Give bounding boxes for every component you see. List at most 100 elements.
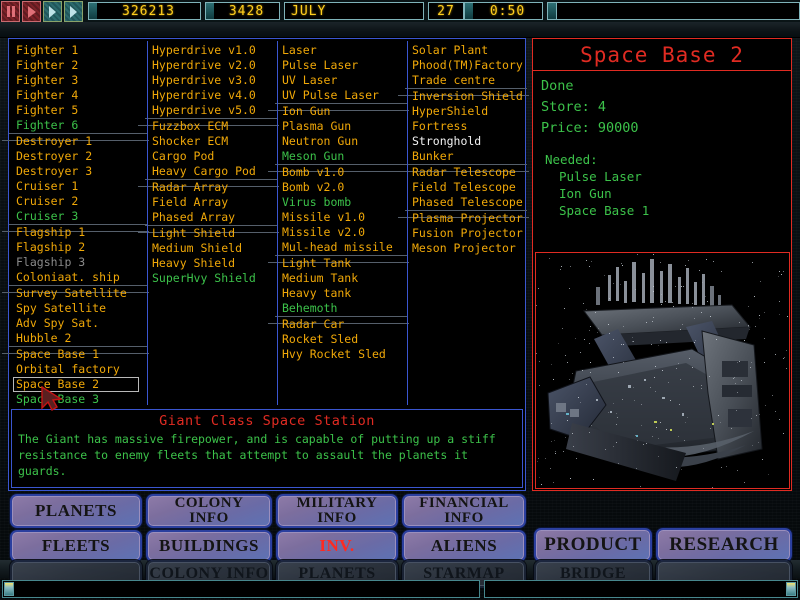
inventory-item[interactable]: Pulse Laser — [282, 58, 405, 73]
inventory-item[interactable]: Plasma Gun — [282, 119, 405, 134]
inventory-item[interactable]: Spy Satellite — [16, 301, 145, 316]
inventory-item[interactable]: Hyperdrive v5.0 — [152, 103, 275, 118]
inventory-item[interactable]: Neutron Gun — [282, 134, 405, 149]
fast-forward-button[interactable] — [43, 1, 62, 22]
inventory-item[interactable]: Bunker — [412, 149, 525, 164]
inventory-item[interactable]: Medium Shield — [152, 241, 275, 256]
inventory-item[interactable]: Space Base 3 — [16, 392, 145, 407]
inventory-item[interactable]: Radar Car — [282, 317, 405, 332]
inventory-item[interactable]: Fighter 2 — [16, 58, 145, 73]
requirement-item: Space Base 1 — [559, 203, 650, 218]
inventory-item[interactable]: Heavy Shield — [152, 256, 275, 271]
colony-info-button[interactable]: COLONY INFO — [146, 494, 272, 528]
systems-column: Hyperdrive v1.0 Hyperdrive v2.0 Hyperdrive… — [138, 41, 279, 405]
inventory-item[interactable]: Virus bomb — [282, 195, 405, 210]
column-divider — [147, 41, 148, 405]
play-button[interactable] — [22, 1, 41, 22]
buildings-button[interactable]: BUILDINGS — [146, 530, 272, 562]
inventory-item[interactable]: Heavy Cargo Pod — [152, 164, 275, 179]
inventory-item[interactable]: Flagship 1 — [16, 225, 145, 240]
inventory-item[interactable]: Light Tank — [282, 256, 405, 271]
inventory-item[interactable]: Plasma Projector — [412, 211, 525, 226]
research-button[interactable]: RESEARCH — [656, 528, 792, 562]
inventory-item[interactable]: Destroyer 2 — [16, 149, 145, 164]
inventory-item[interactable]: Shocker ECM — [152, 134, 275, 149]
inventory-item[interactable]: Survey Satellite — [16, 286, 145, 301]
inventory-item[interactable]: Meson Projector — [412, 241, 525, 256]
inventory-item[interactable]: Bomb v1.0 — [282, 165, 405, 180]
inventory-item[interactable]: Space Base 1 — [16, 347, 145, 362]
inventory-item[interactable]: Hyperdrive v3.0 — [152, 73, 275, 88]
inventory-item[interactable]: Light Shield — [152, 226, 275, 241]
pause-button[interactable] — [1, 1, 20, 22]
inventory-item[interactable]: HyperShield — [412, 104, 525, 119]
inventory-item[interactable]: Fighter 4 — [16, 88, 145, 103]
inventory-item[interactable]: Space Base 2 — [13, 377, 139, 392]
inventory-item[interactable]: Fighter 3 — [16, 73, 145, 88]
inventory-item[interactable]: Laser — [282, 43, 405, 58]
inventory-item[interactable]: UV Laser — [282, 73, 405, 88]
inventory-item[interactable]: Inversion Shield — [412, 89, 525, 104]
inventory-item[interactable]: Bomb v2.0 — [282, 180, 405, 195]
inventory-item[interactable]: Flagship 3 — [16, 255, 145, 270]
inventory-item[interactable]: Coloniaat. ship — [16, 270, 145, 285]
inventory-item[interactable]: Flagship 2 — [16, 240, 145, 255]
inventory-item[interactable]: Trade centre — [412, 73, 525, 88]
status-led-icon — [4, 582, 14, 596]
time-lcd-cap — [464, 2, 473, 20]
inventory-item[interactable]: Meson Gun — [282, 149, 405, 164]
inventory-item[interactable]: Radar Array — [152, 180, 275, 195]
inventory-item[interactable]: Behemoth — [282, 301, 405, 316]
inventory-item[interactable]: Fighter 1 — [16, 43, 145, 58]
inventory-item[interactable]: Solar Plant — [412, 43, 525, 58]
description-panel: Giant Class Space Station The Giant has … — [11, 409, 523, 488]
inventory-item[interactable]: Fusion Projector — [412, 226, 525, 241]
inventory-item[interactable]: UV Pulse Laser — [282, 88, 405, 103]
inventory-item[interactable]: Radar Telescope — [412, 165, 525, 180]
inventory-item[interactable]: Field Telescope — [412, 180, 525, 195]
inventory-item[interactable]: Phased Telescope — [412, 195, 525, 210]
inventory-item[interactable]: Medium Tank — [282, 271, 405, 286]
inventory-item[interactable]: Stronghold — [412, 134, 525, 149]
inventory-item[interactable]: Fuzzbox ECM — [152, 119, 275, 134]
inventory-item[interactable]: Cargo Pod — [152, 149, 275, 164]
inventory-item[interactable]: Adv Spy Sat. — [16, 316, 145, 331]
inventory-item[interactable]: Destroyer 3 — [16, 164, 145, 179]
inventory-item[interactable]: Fighter 5 — [16, 103, 145, 118]
inventory-item[interactable]: Orbital factory — [16, 362, 145, 377]
inventory-item[interactable]: Hvy Rocket Sled — [282, 347, 405, 362]
product-button[interactable]: PRODUCT — [534, 528, 652, 562]
inventory-item[interactable]: Destroyer 1 — [16, 134, 145, 149]
inventory-item[interactable]: Heavy tank — [282, 286, 405, 301]
inventory-item[interactable]: Hubble 2 — [16, 331, 145, 346]
inventory-item[interactable]: Ion Gun — [282, 104, 405, 119]
inventory-item[interactable]: Phood(TM)Factory — [412, 58, 525, 73]
hull-panel-strip — [0, 22, 800, 38]
military-info-button[interactable]: MILITARY INFO — [276, 494, 398, 528]
inventory-item[interactable]: SuperHvy Shield — [152, 271, 275, 286]
requirements-heading: Needed: — [545, 152, 598, 167]
inventory-item[interactable]: Phased Array — [152, 210, 275, 225]
inventory-item[interactable]: Hyperdrive v4.0 — [152, 88, 275, 103]
inventory-item[interactable]: Hyperdrive v1.0 — [152, 43, 275, 58]
message-bar-left — [2, 580, 480, 598]
inventory-item[interactable]: Field Array — [152, 195, 275, 210]
inventory-item[interactable]: Hyperdrive v2.0 — [152, 58, 275, 73]
inventory-item[interactable]: Missile v2.0 — [282, 225, 405, 240]
inventory-item[interactable]: Missile v1.0 — [282, 210, 405, 225]
space-station-render — [535, 252, 790, 489]
fast-forward-icon — [70, 5, 77, 18]
fast-forward-2-button[interactable] — [64, 1, 83, 22]
inventory-item[interactable]: Rocket Sled — [282, 332, 405, 347]
inventory-button[interactable]: INV. — [276, 530, 398, 562]
inventory-item[interactable]: Fighter 6 — [16, 118, 145, 133]
financial-info-button[interactable]: FINANCIAL INFO — [402, 494, 526, 528]
fleets-button[interactable]: FLEETS — [10, 530, 142, 562]
inventory-item[interactable]: Cruiser 2 — [16, 194, 145, 209]
inventory-item[interactable]: Cruiser 1 — [16, 179, 145, 194]
inventory-item[interactable]: Mul-head missile — [282, 240, 405, 255]
inventory-item[interactable]: Cruiser 3 — [16, 209, 145, 224]
planets-button[interactable]: PLANETS — [10, 494, 142, 528]
aliens-button[interactable]: ALIENS — [402, 530, 526, 562]
inventory-item[interactable]: Fortress — [412, 119, 525, 134]
